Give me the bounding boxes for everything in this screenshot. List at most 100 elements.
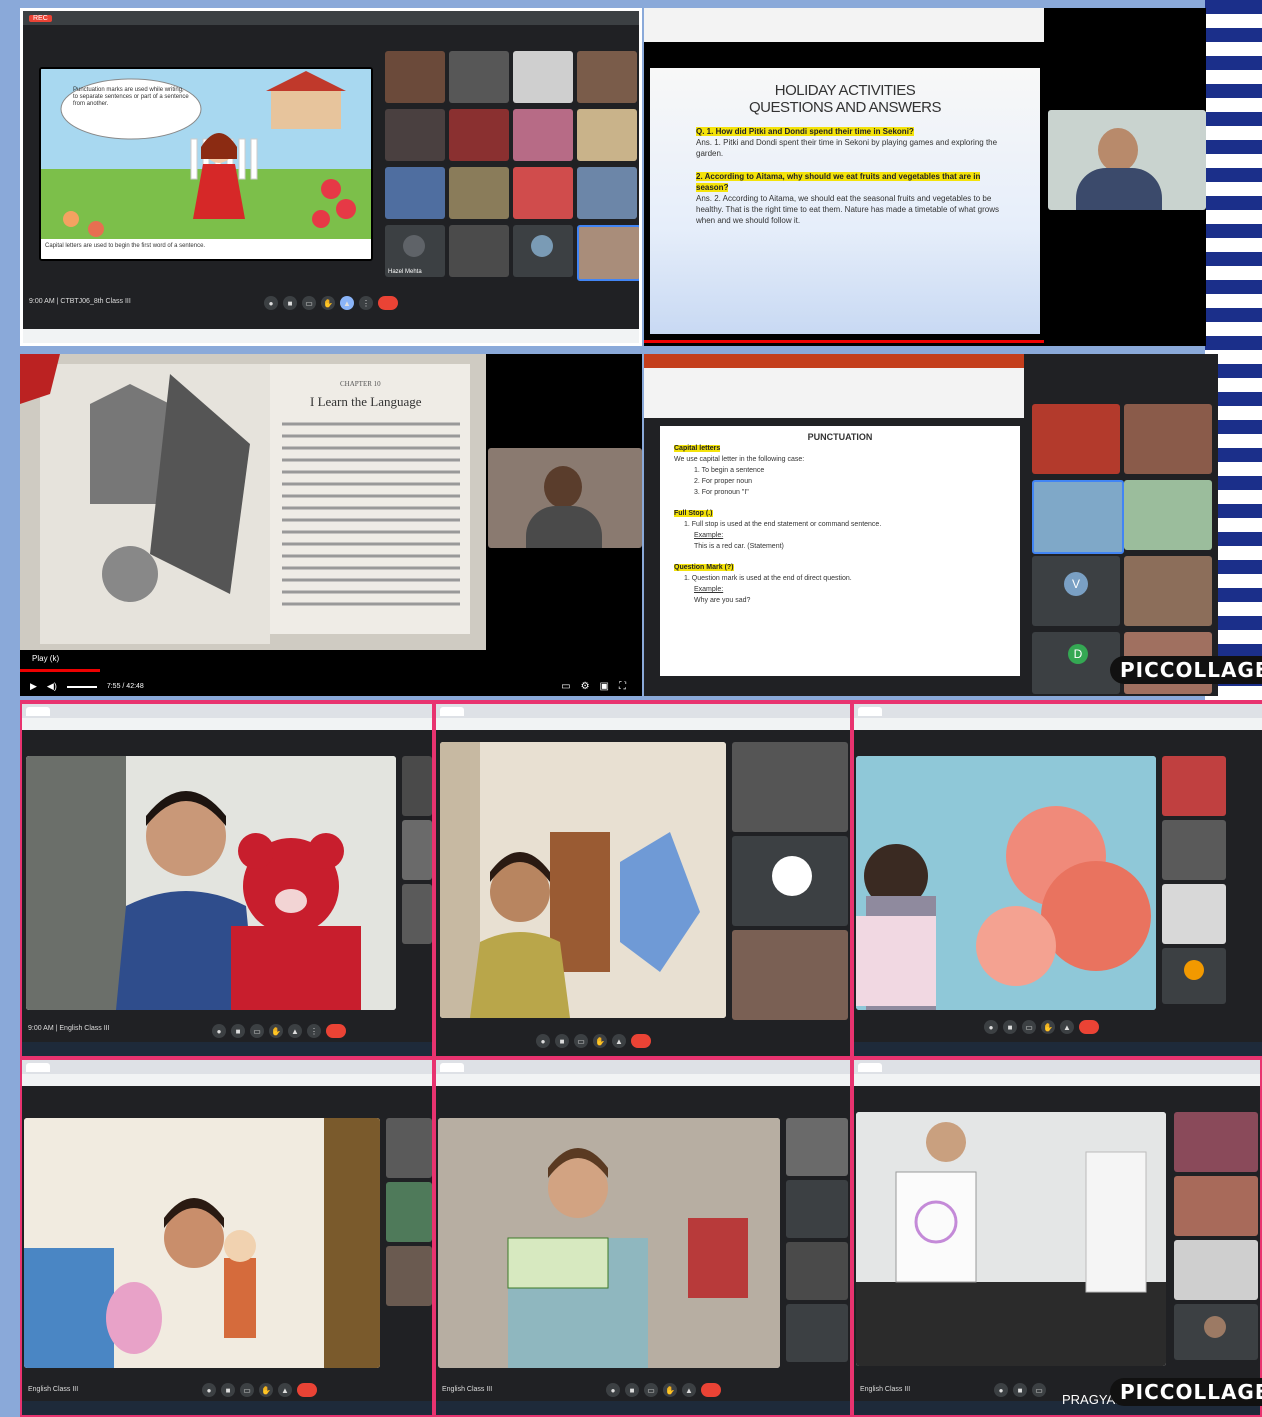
mic-icon[interactable]: ●	[984, 1020, 998, 1034]
participant-tile[interactable]: Hazel Mehta	[385, 225, 445, 277]
participant-tile[interactable]	[1162, 820, 1226, 880]
participant-tile[interactable]	[402, 756, 432, 816]
mic-icon[interactable]: ●	[536, 1034, 550, 1048]
participant-tile[interactable]	[786, 1118, 848, 1176]
participant-tile[interactable]	[449, 109, 509, 161]
participant-tile[interactable]	[402, 820, 432, 880]
video-progress[interactable]	[20, 669, 100, 672]
end-call-button[interactable]	[1079, 1020, 1099, 1034]
participant-tile[interactable]: V	[1032, 556, 1120, 626]
address-bar[interactable]	[436, 718, 850, 730]
camera-icon[interactable]: ■	[221, 1383, 235, 1397]
speaker-video[interactable]	[24, 1118, 380, 1368]
end-call-button[interactable]	[297, 1383, 317, 1397]
captions-icon[interactable]: ▭	[574, 1034, 588, 1048]
presenter-video[interactable]	[1048, 110, 1206, 210]
mic-icon[interactable]: ●	[212, 1024, 226, 1038]
browser-tab[interactable]	[26, 1062, 50, 1072]
participant-tile[interactable]	[1174, 1304, 1258, 1360]
browser-tab[interactable]	[858, 706, 882, 716]
speaker-video[interactable]	[856, 756, 1156, 1010]
participant-tile[interactable]	[513, 51, 573, 103]
captions-icon[interactable]: ▭	[644, 1383, 658, 1397]
present-icon[interactable]: ▲	[288, 1024, 302, 1038]
present-icon[interactable]: ▲	[340, 296, 354, 310]
raise-hand-icon[interactable]: ✋	[663, 1383, 677, 1397]
participant-tile[interactable]	[385, 167, 445, 219]
browser-tab[interactable]	[440, 1062, 464, 1072]
participant-tile[interactable]	[513, 225, 573, 277]
mic-icon[interactable]: ●	[264, 296, 278, 310]
address-bar[interactable]	[22, 718, 432, 730]
settings-icon[interactable]: ⚙	[581, 681, 590, 692]
participant-tile[interactable]	[786, 1180, 848, 1238]
camera-icon[interactable]: ■	[283, 296, 297, 310]
participant-tile[interactable]	[1174, 1240, 1258, 1300]
participant-tile[interactable]	[386, 1118, 432, 1178]
camera-icon[interactable]: ■	[625, 1383, 639, 1397]
participant-tile[interactable]	[1162, 884, 1226, 944]
raise-hand-icon[interactable]: ✋	[259, 1383, 273, 1397]
browser-tab[interactable]	[858, 1062, 882, 1072]
more-icon[interactable]: ⋮	[307, 1024, 321, 1038]
mic-icon[interactable]: ●	[606, 1383, 620, 1397]
end-call-button[interactable]	[378, 296, 398, 310]
speaker-video[interactable]	[440, 742, 726, 1018]
participant-tile[interactable]	[786, 1304, 848, 1362]
participant-tile[interactable]	[513, 109, 573, 161]
speaker-video[interactable]	[856, 1112, 1166, 1366]
volume-slider[interactable]	[66, 685, 97, 688]
speaker-video[interactable]	[26, 756, 396, 1010]
raise-hand-icon[interactable]: ✋	[593, 1034, 607, 1048]
raise-hand-icon[interactable]: ✋	[321, 296, 335, 310]
participant-tile[interactable]	[732, 930, 848, 1020]
participant-tile[interactable]	[385, 109, 445, 161]
participant-tile[interactable]	[1032, 404, 1120, 474]
participant-tile[interactable]	[732, 836, 848, 926]
raise-hand-icon[interactable]: ✋	[1041, 1020, 1055, 1034]
volume-icon[interactable]: ◀)	[47, 681, 57, 692]
address-bar[interactable]	[436, 1074, 850, 1086]
address-bar[interactable]	[22, 1074, 432, 1086]
captions-icon[interactable]: ▭	[240, 1383, 254, 1397]
captions-icon[interactable]: ▭	[1032, 1383, 1046, 1397]
raise-hand-icon[interactable]: ✋	[269, 1024, 283, 1038]
participant-tile[interactable]	[786, 1242, 848, 1300]
participant-tile[interactable]	[577, 167, 637, 219]
camera-icon[interactable]: ■	[555, 1034, 569, 1048]
miniplayer-icon[interactable]: ▣	[600, 681, 609, 692]
play-icon[interactable]: ▶	[30, 681, 37, 692]
participant-tile[interactable]	[1032, 480, 1124, 554]
participant-tile[interactable]	[1124, 556, 1212, 626]
participant-tile[interactable]	[449, 167, 509, 219]
captions-icon[interactable]: ▭	[302, 296, 316, 310]
end-call-button[interactable]	[326, 1024, 346, 1038]
camera-icon[interactable]: ■	[1003, 1020, 1017, 1034]
participant-tile[interactable]	[386, 1246, 432, 1306]
participant-tile[interactable]: D	[1032, 632, 1120, 694]
browser-tab[interactable]	[26, 706, 50, 716]
more-icon[interactable]: ⋮	[359, 296, 373, 310]
camera-icon[interactable]: ■	[231, 1024, 245, 1038]
participant-tile[interactable]	[1174, 1176, 1258, 1236]
captions-icon[interactable]: ▭	[1022, 1020, 1036, 1034]
participant-tile[interactable]	[449, 51, 509, 103]
participant-tile[interactable]	[577, 225, 639, 281]
participant-tile[interactable]	[732, 742, 848, 832]
participant-tile[interactable]	[577, 51, 637, 103]
participant-tile[interactable]	[402, 884, 432, 944]
participant-tile[interactable]	[1162, 948, 1226, 1004]
participant-tile[interactable]	[1174, 1112, 1258, 1172]
present-icon[interactable]: ▲	[278, 1383, 292, 1397]
camera-icon[interactable]: ■	[1013, 1383, 1027, 1397]
participant-tile[interactable]	[385, 51, 445, 103]
mic-icon[interactable]: ●	[994, 1383, 1008, 1397]
participant-tile[interactable]	[513, 167, 573, 219]
present-icon[interactable]: ▲	[682, 1383, 696, 1397]
participant-tile[interactable]	[1162, 756, 1226, 816]
participant-tile[interactable]	[1124, 404, 1212, 474]
participant-tile[interactable]	[577, 109, 637, 161]
captions-icon[interactable]: ▭	[561, 681, 570, 692]
present-icon[interactable]: ▲	[1060, 1020, 1074, 1034]
address-bar[interactable]	[854, 718, 1262, 730]
